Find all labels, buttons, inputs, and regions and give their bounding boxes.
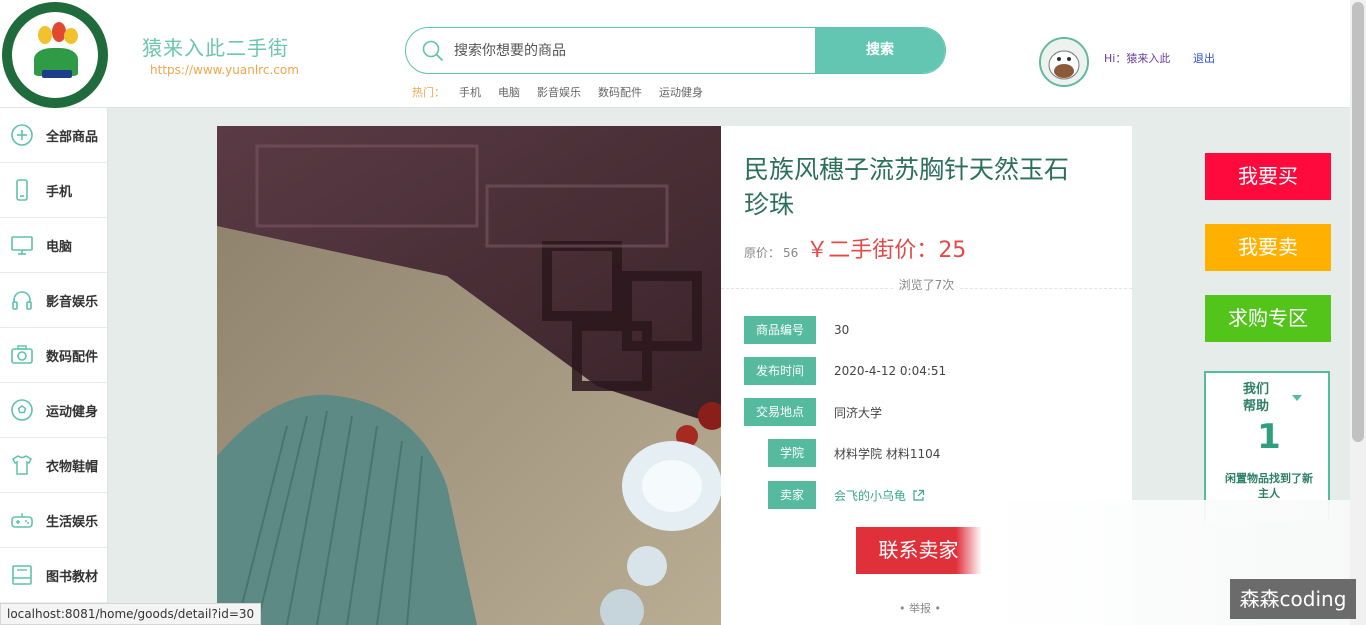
search-icon xyxy=(422,40,443,61)
seller-name[interactable]: 会飞的小乌龟 xyxy=(834,489,906,503)
field-row-location: 交易地点 同济大学 xyxy=(744,398,882,426)
hot-item-computer[interactable]: 电脑 xyxy=(498,84,520,100)
logo-inner xyxy=(12,12,98,98)
current-price-label: ￥二手街价： xyxy=(806,238,939,263)
field-value: 同济大学 xyxy=(834,405,883,420)
avatar-image xyxy=(1041,39,1087,85)
field-label: 学院 xyxy=(768,439,816,467)
help-count: 1 xyxy=(1257,417,1281,457)
field-row-id: 商品编号 30 xyxy=(744,316,849,344)
help-title: 我们帮助 xyxy=(1206,381,1306,415)
report-text[interactable]: 举报 xyxy=(909,602,931,615)
field-label: 发布时间 xyxy=(744,357,816,385)
sidebar-item-sports[interactable]: 运动健身 xyxy=(0,383,107,438)
avatar[interactable] xyxy=(1039,37,1089,87)
hot-item-sports[interactable]: 运动健身 xyxy=(659,84,703,100)
field-value: 材料学院 材料1104 xyxy=(834,446,941,461)
view-count-text: 浏览了7次 xyxy=(894,278,959,292)
field-label: 商品编号 xyxy=(744,316,816,344)
sidebar-item-books[interactable]: 图书教材 xyxy=(0,548,107,603)
wanted-button[interactable]: 求购专区 xyxy=(1205,295,1331,342)
sidebar-item-life[interactable]: 生活娱乐 xyxy=(0,493,107,548)
page-scrollbar[interactable] xyxy=(1350,0,1366,625)
sidebar-item-digital[interactable]: 数码配件 xyxy=(0,328,107,383)
field-label: 交易地点 xyxy=(744,398,816,426)
view-count: 浏览了7次 xyxy=(721,276,1132,293)
sidebar-item-label: 影音娱乐 xyxy=(46,294,99,310)
header: 猿来入此二手街 https://www.yuanlrc.com 搜索 热门： 手… xyxy=(0,0,1350,108)
hot-keywords: 热门： 手机 电脑 影音娱乐 数码配件 运动健身 xyxy=(412,84,720,100)
camera-icon xyxy=(10,343,34,367)
watermark: 森森coding xyxy=(1230,579,1356,619)
help-subtitle: 闲置物品找到了新主人 xyxy=(1206,471,1332,501)
field-row-college: 学院 材料学院 材料1104 xyxy=(744,439,940,467)
hot-item-digital[interactable]: 数码配件 xyxy=(598,84,642,100)
current-price: 25 xyxy=(938,238,967,263)
sidebar-item-clothing[interactable]: 衣物鞋帽 xyxy=(0,438,107,493)
field-label: 卖家 xyxy=(768,481,816,509)
ball-icon xyxy=(10,398,34,422)
search-button[interactable]: 搜索 xyxy=(815,28,945,73)
field-value: 2020-4-12 0:04:51 xyxy=(834,364,947,378)
sidebar-item-label: 数码配件 xyxy=(46,349,99,365)
original-price-label: 原价： xyxy=(744,246,781,260)
shirt-icon xyxy=(10,453,34,477)
caret-down-icon xyxy=(1292,395,1302,401)
product-photo xyxy=(217,126,721,625)
sidebar-item-label: 全部商品 xyxy=(46,129,99,145)
sidebar-item-label: 电脑 xyxy=(46,239,73,255)
help-title-text: 我们帮助 xyxy=(1242,382,1269,414)
report-link[interactable]: • 举报 • xyxy=(899,600,941,616)
help-subtitle-text: 闲置物品找到了新主人 xyxy=(1225,472,1313,500)
site-url: https://www.yuanlrc.com xyxy=(150,63,299,77)
product-title: 民族风穗子流苏胸针天然玉石珍珠 xyxy=(744,155,1070,219)
buy-button[interactable]: 我要买 xyxy=(1205,153,1331,200)
sidebar-item-all[interactable]: 全部商品 xyxy=(0,108,107,163)
field-row-seller: 卖家 会飞的小乌龟 xyxy=(744,481,925,509)
logout-link[interactable]: 退出 xyxy=(1193,50,1215,66)
seller-link[interactable]: 会飞的小乌龟 xyxy=(834,487,925,504)
book-icon xyxy=(10,563,34,587)
user-greeting[interactable]: Hi：猿来入此 xyxy=(1104,50,1170,66)
sidebar-item-label: 生活娱乐 xyxy=(46,514,99,530)
sidebar-item-label: 图书教材 xyxy=(46,569,99,585)
browser-status-url: localhost:8081/home/goods/detail?id=30 xyxy=(0,603,262,625)
sidebar-item-label: 衣物鞋帽 xyxy=(46,459,99,475)
field-row-time: 发布时间 2020-4-12 0:04:51 xyxy=(744,357,946,385)
site-brand[interactable]: 猿来入此二手街 https://www.yuanlrc.com xyxy=(142,32,299,77)
product-image[interactable] xyxy=(217,126,721,625)
price-row: 原价： 56 ￥二手街价： 25 xyxy=(744,232,966,264)
search-input[interactable] xyxy=(454,28,814,73)
headphones-icon xyxy=(10,288,34,312)
search-bar: 搜索 xyxy=(405,27,946,74)
monitor-icon xyxy=(10,233,34,257)
hot-label: 热门： xyxy=(412,86,445,99)
gamepad-icon xyxy=(10,508,34,532)
external-link-icon xyxy=(913,489,924,501)
scrollbar-thumb[interactable] xyxy=(1352,2,1364,442)
sidebar-item-computer[interactable]: 电脑 xyxy=(0,218,107,273)
phone-icon xyxy=(10,178,34,202)
plus-circle-icon xyxy=(10,123,34,147)
university-logo[interactable] xyxy=(2,2,108,108)
sell-button[interactable]: 我要卖 xyxy=(1205,224,1331,271)
category-sidebar: 全部商品 手机 电脑 影音娱乐 数码配件 运动健身 衣物鞋帽 生活娱乐 图书教材 xyxy=(0,108,108,625)
original-price: 56 xyxy=(783,246,799,260)
help-stats-card: 我们帮助 1 闲置物品找到了新主人 xyxy=(1204,371,1330,521)
sidebar-item-phone[interactable]: 手机 xyxy=(0,163,107,218)
field-value: 30 xyxy=(834,323,850,337)
sidebar-item-label: 运动健身 xyxy=(46,404,99,420)
sidebar-item-av[interactable]: 影音娱乐 xyxy=(0,273,107,328)
site-name: 猿来入此二手街 xyxy=(142,36,289,60)
hot-item-phone[interactable]: 手机 xyxy=(459,84,481,100)
hot-item-av[interactable]: 影音娱乐 xyxy=(537,84,581,100)
sidebar-item-label: 手机 xyxy=(46,184,73,200)
